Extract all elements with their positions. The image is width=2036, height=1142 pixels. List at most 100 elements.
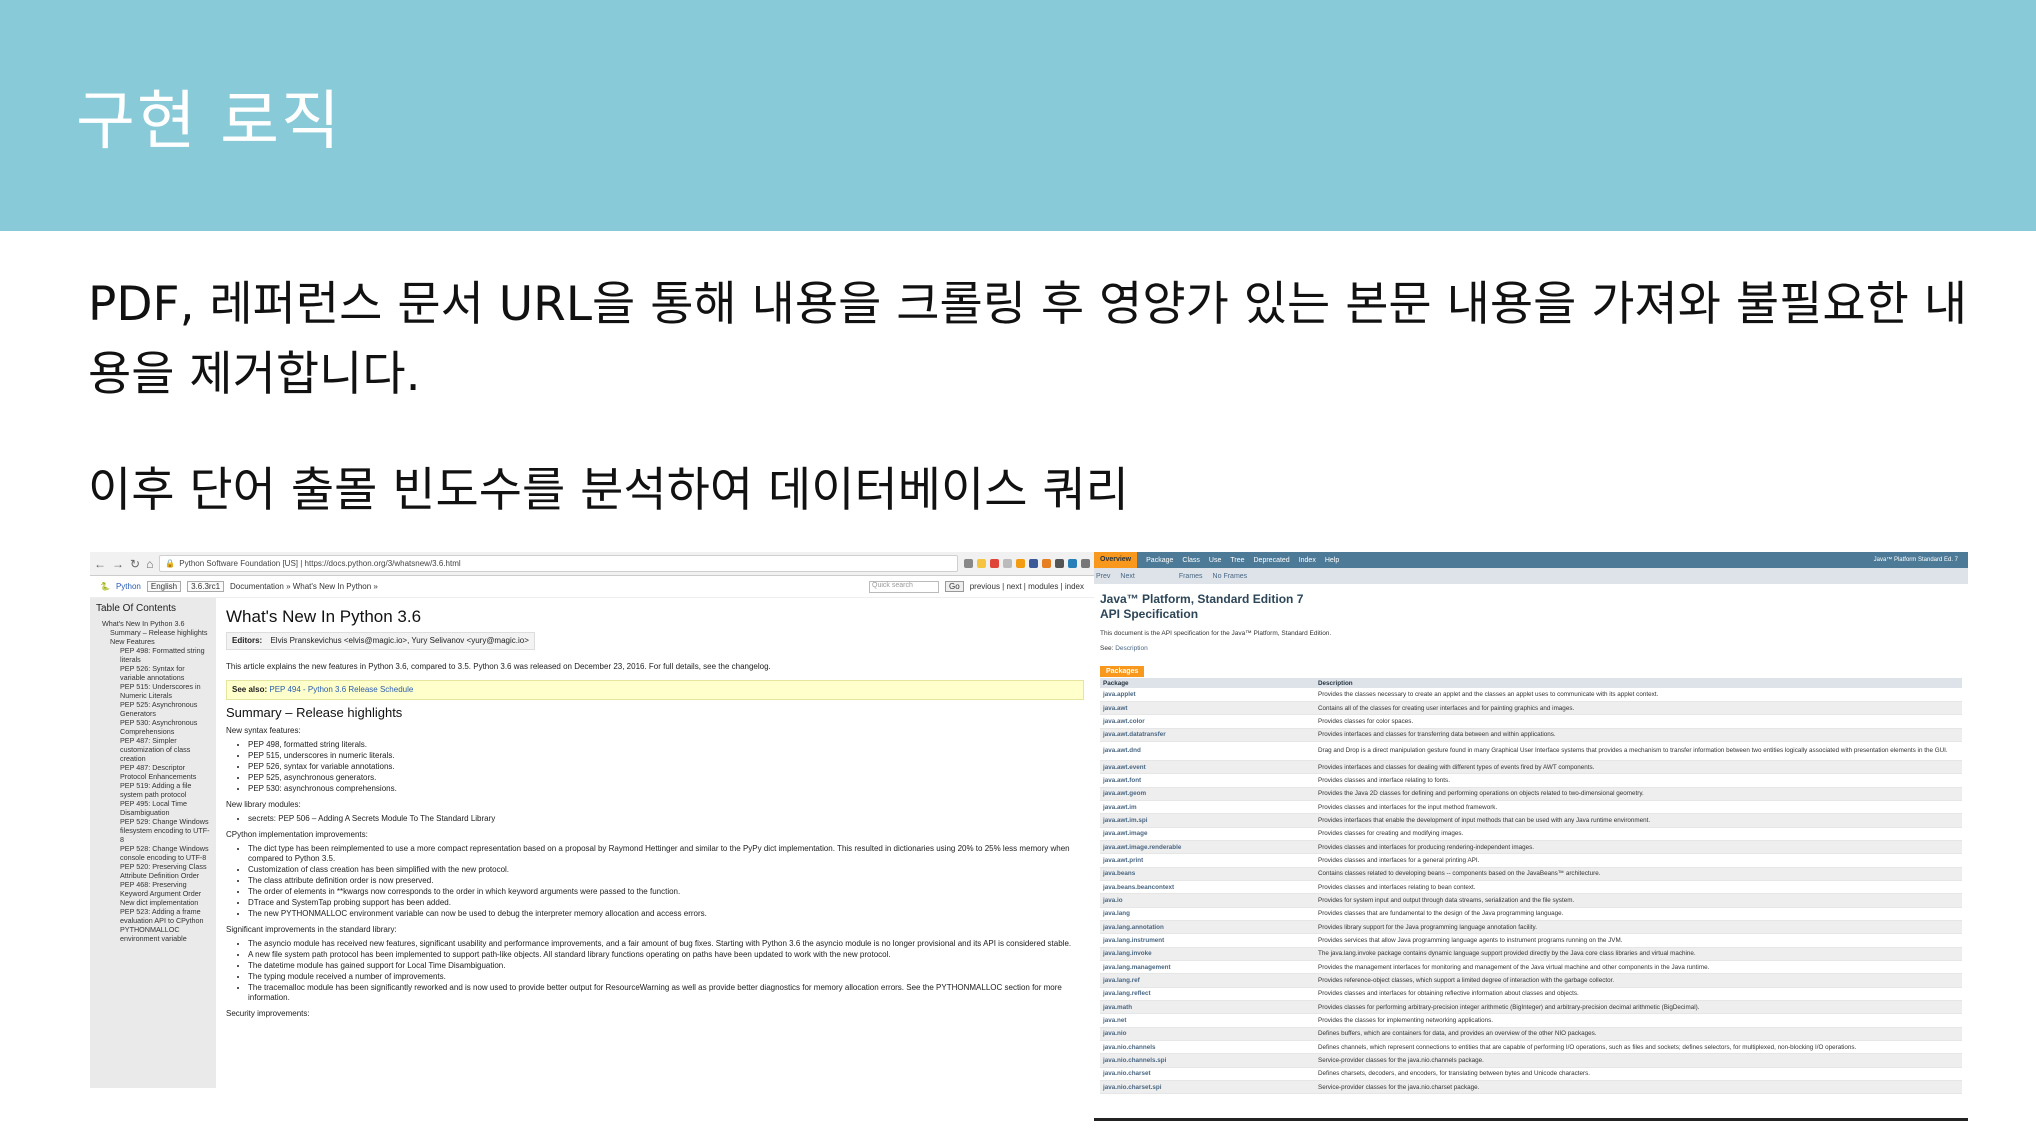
package-link[interactable]: java.lang.annotation — [1100, 920, 1315, 935]
nav-item-help[interactable]: Help — [1325, 557, 1339, 564]
package-description: Provides interfaces and classes for deal… — [1315, 760, 1962, 775]
address-bar[interactable]: 🔒 Python Software Foundation [US] | http… — [159, 555, 958, 572]
home-icon[interactable]: ⌂ — [146, 557, 153, 571]
language-select[interactable]: English — [146, 581, 182, 592]
star-icon[interactable] — [977, 559, 986, 568]
toc-item[interactable]: PYTHONMALLOC environment variable — [96, 925, 210, 943]
package-description: Provides classes for performing arbitrar… — [1315, 1000, 1962, 1015]
package-link[interactable]: java.lang.instrument — [1100, 933, 1315, 948]
package-link[interactable]: java.nio.charset — [1100, 1067, 1315, 1082]
description-link[interactable]: Description — [1115, 645, 1148, 652]
package-link[interactable]: java.awt.datatransfer — [1100, 728, 1315, 742]
table-row: java.awt Contains all of the classes for … — [1100, 701, 1962, 716]
back-icon[interactable]: ← — [94, 557, 106, 571]
prev-link[interactable]: Prev — [1096, 573, 1110, 580]
package-link[interactable]: java.awt.geom — [1100, 787, 1315, 801]
nav-item-deprecated[interactable]: Deprecated — [1254, 557, 1290, 564]
toc-item[interactable]: PEP 468: Preserving Keyword Argument Ord… — [96, 880, 210, 898]
package-link[interactable]: java.beans.beancontext — [1100, 880, 1315, 895]
package-link[interactable]: java.nio.channels.spi — [1100, 1053, 1315, 1068]
toc-item[interactable]: PEP 526: Syntax for variable annotations — [96, 664, 210, 682]
package-link[interactable]: java.lang.ref — [1100, 973, 1315, 988]
nav-item-tree[interactable]: Tree — [1230, 557, 1244, 564]
package-link[interactable]: java.nio.channels — [1100, 1040, 1315, 1055]
toc-item[interactable]: PEP 530: Asynchronous Comprehensions — [96, 718, 210, 736]
toc-item[interactable]: PEP 523: Adding a frame evaluation API t… — [96, 907, 210, 925]
version-select[interactable]: 3.6.3rc1 — [187, 581, 225, 592]
nav-links[interactable]: previous | next | modules | index — [970, 582, 1084, 591]
package-link[interactable]: java.lang.management — [1100, 960, 1315, 975]
extension-icon[interactable] — [1016, 559, 1025, 568]
menu-icon[interactable] — [1081, 559, 1090, 568]
toc-item[interactable]: PEP 487: Descriptor Protocol Enhancement… — [96, 763, 210, 781]
extension-icon[interactable] — [1068, 559, 1077, 568]
quick-search-input[interactable]: Quick search — [869, 580, 940, 593]
extension-icon[interactable] — [1055, 559, 1064, 568]
package-link[interactable]: java.awt — [1100, 701, 1315, 716]
package-description: Provides interfaces and classes for tran… — [1315, 728, 1962, 742]
table-row: java.lang.reflect Provides classes and in… — [1100, 987, 1962, 1002]
package-link[interactable]: java.awt.im.spi — [1100, 813, 1315, 828]
package-link[interactable]: java.awt.font — [1100, 773, 1315, 788]
package-link[interactable]: java.applet — [1100, 688, 1315, 702]
list-item: The typing module received a number of i… — [248, 972, 1084, 982]
package-link[interactable]: java.math — [1100, 1000, 1315, 1015]
package-link[interactable]: java.awt.print — [1100, 853, 1315, 868]
package-link[interactable]: java.io — [1100, 893, 1315, 908]
package-link[interactable]: java.awt.dnd — [1100, 741, 1315, 761]
python-docs-topbar: 🐍 Python English 3.6.3rc1 Documentation … — [90, 576, 1094, 598]
extension-icon[interactable] — [1003, 559, 1012, 568]
extension-icon[interactable] — [990, 559, 999, 568]
nav-item-class[interactable]: Class — [1182, 557, 1200, 564]
package-link[interactable]: java.beans — [1100, 867, 1315, 881]
package-link[interactable]: java.nio.charset.spi — [1100, 1080, 1315, 1095]
package-link[interactable]: java.lang — [1100, 907, 1315, 922]
package-link[interactable]: java.awt.im — [1100, 800, 1315, 815]
see-also-link[interactable]: PEP 494 - Python 3.6 Release Schedule — [269, 685, 413, 694]
package-link[interactable]: java.lang.invoke — [1100, 947, 1315, 962]
toc-item[interactable]: New Features — [96, 637, 210, 646]
python-home-link[interactable]: Python — [116, 582, 141, 591]
toc-item[interactable]: PEP 529: Change Windows filesystem encod… — [96, 817, 210, 844]
reload-icon[interactable]: ↻ — [130, 557, 140, 571]
package-link[interactable]: java.net — [1100, 1013, 1315, 1028]
toc-item[interactable]: What's New In Python 3.6 — [96, 619, 210, 628]
column-header-package: Package — [1100, 678, 1315, 688]
table-row: java.applet Provides the classes necessar… — [1100, 688, 1962, 702]
package-link[interactable]: java.awt.image — [1100, 827, 1315, 841]
toc-item[interactable]: PEP 498: Formatted string literals — [96, 646, 210, 664]
toc-item[interactable]: Summary – Release highlights — [96, 628, 210, 637]
toc-item[interactable]: New dict implementation — [96, 898, 210, 907]
toc-item[interactable]: PEP 519: Adding a file system path proto… — [96, 781, 210, 799]
toc-item[interactable]: PEP 495: Local Time Disambiguation — [96, 799, 210, 817]
package-description: Provides classes and interface relating … — [1315, 773, 1962, 788]
table-row: java.awt.datatransfer Provides interfaces… — [1100, 728, 1962, 742]
package-link[interactable]: java.awt.image.renderable — [1100, 840, 1315, 855]
nav-item-package[interactable]: Package — [1146, 557, 1173, 564]
toc-item[interactable]: PEP 525: Asynchronous Generators — [96, 700, 210, 718]
package-link[interactable]: java.awt.event — [1100, 760, 1315, 775]
table-row: java.awt.color Provides classes for color… — [1100, 714, 1962, 729]
nav-item-overview[interactable]: Overview — [1094, 552, 1138, 568]
next-link[interactable]: Next — [1120, 573, 1134, 580]
toc-item[interactable]: PEP 515: Underscores in Numeric Literals — [96, 682, 210, 700]
no-frames-link[interactable]: No Frames — [1213, 573, 1248, 580]
package-link[interactable]: java.awt.color — [1100, 714, 1315, 729]
toc-item[interactable]: PEP 528: Change Windows console encoding… — [96, 844, 210, 862]
package-link[interactable]: java.lang.reflect — [1100, 987, 1315, 1002]
package-link[interactable]: java.nio — [1100, 1027, 1315, 1042]
extension-icon[interactable] — [1042, 559, 1051, 568]
nav-item-index[interactable]: Index — [1299, 557, 1316, 564]
go-button[interactable]: Go — [945, 581, 964, 592]
breadcrumb[interactable]: Documentation » What's New In Python » — [230, 582, 378, 591]
extension-icon[interactable] — [1029, 559, 1038, 568]
frames-link[interactable]: Frames — [1179, 573, 1203, 580]
toc-item[interactable]: PEP 520: Preserving Class Attribute Defi… — [96, 862, 210, 880]
nav-item-use[interactable]: Use — [1209, 557, 1221, 564]
extension-icon[interactable] — [964, 559, 973, 568]
toc-item[interactable]: PEP 487: Simpler customization of class … — [96, 736, 210, 763]
package-description: Provides library support for the Java pr… — [1315, 920, 1962, 935]
packages-tab[interactable]: Packages — [1100, 666, 1145, 677]
forward-icon[interactable]: → — [112, 557, 124, 571]
list-item: The asyncio module has received new feat… — [248, 939, 1084, 949]
